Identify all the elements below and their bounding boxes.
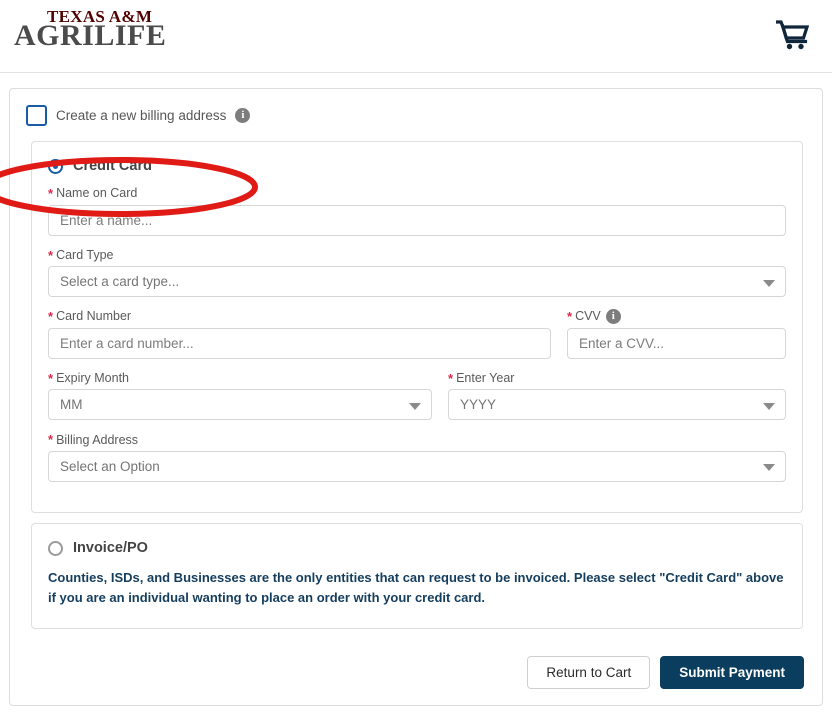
name-on-card-label: * Name on Card <box>48 186 138 201</box>
required-asterisk: * <box>48 309 54 325</box>
field-name-on-card: * Name on Card <box>48 186 786 236</box>
required-asterisk: * <box>448 370 454 386</box>
credit-card-option[interactable]: Credit Card <box>32 142 802 174</box>
shopping-cart-button[interactable] <box>770 14 814 56</box>
expiry-row: * Expiry Month * Enter Year <box>48 371 786 433</box>
billing-address-info-icon[interactable]: i <box>235 108 251 123</box>
create-billing-address-label: Create a new billing address <box>56 108 227 123</box>
submit-payment-button[interactable]: Submit Payment <box>660 656 804 689</box>
site-header: TEXAS A&M AGRILIFE <box>0 0 832 73</box>
create-billing-address-checkbox[interactable] <box>26 105 47 126</box>
field-cvv: * CVV i <box>567 309 786 359</box>
field-expiry-month: * Expiry Month <box>48 371 432 421</box>
field-billing-address: * Billing Address <box>48 432 786 482</box>
logo-line-agrilife: AGRILIFE <box>14 19 167 52</box>
invoice-po-radio[interactable] <box>48 540 63 556</box>
required-asterisk: * <box>48 186 54 201</box>
invoice-po-option[interactable]: Invoice/PO <box>32 524 802 556</box>
billing-address-select-wrap <box>48 450 786 482</box>
credit-card-panel: Credit Card * Name on Card * Card Type <box>31 141 803 513</box>
card-number-label: * Card Number <box>48 309 132 325</box>
cvv-info-icon[interactable]: i <box>605 309 621 325</box>
invoice-po-label: Invoice/PO <box>73 540 148 556</box>
cvv-label: * CVV i <box>567 309 786 325</box>
card-type-label: * Card Type <box>48 247 114 263</box>
agrilife-logo: TEXAS A&M AGRILIFE <box>14 8 166 51</box>
invoice-po-note: Counties, ISDs, and Businesses are the o… <box>48 570 784 605</box>
expiry-month-label: * Expiry Month <box>48 370 130 386</box>
card-number-cvv-row: * Card Number * CVV i <box>48 309 786 371</box>
action-buttons: Return to Cart Submit Payment <box>527 656 804 689</box>
payment-card: Create a new billing address i Credit Ca… <box>9 88 823 706</box>
field-expiry-year: * Enter Year <box>448 371 786 421</box>
shopping-cart-icon <box>775 20 809 50</box>
required-asterisk: * <box>567 309 573 325</box>
required-asterisk: * <box>48 432 54 448</box>
return-to-cart-button[interactable]: Return to Cart <box>527 656 651 689</box>
field-card-number: * Card Number <box>48 309 551 359</box>
required-asterisk: * <box>48 370 54 386</box>
credit-card-radio[interactable] <box>48 158 63 174</box>
card-type-select[interactable] <box>48 266 786 298</box>
credit-card-fields: * Name on Card * Card Type <box>32 174 802 482</box>
field-card-type: * Card Type <box>48 248 786 298</box>
expiry-year-select-wrap <box>448 389 786 421</box>
cvv-input[interactable] <box>567 327 786 359</box>
expiry-month-select[interactable] <box>48 389 432 421</box>
required-asterisk: * <box>48 247 54 263</box>
expiry-year-select[interactable] <box>448 389 786 421</box>
name-on-card-input[interactable] <box>48 204 786 236</box>
invoice-po-panel: Invoice/PO Counties, ISDs, and Businesse… <box>31 523 803 629</box>
card-number-input[interactable] <box>48 327 551 359</box>
expiry-month-select-wrap <box>48 389 432 421</box>
billing-address-select[interactable] <box>48 450 786 482</box>
expiry-year-label: * Enter Year <box>448 370 515 386</box>
credit-card-label: Credit Card <box>73 158 152 174</box>
billing-address-label: * Billing Address <box>48 432 139 448</box>
card-type-select-wrap <box>48 266 786 298</box>
create-billing-address-row: Create a new billing address i <box>26 105 251 126</box>
